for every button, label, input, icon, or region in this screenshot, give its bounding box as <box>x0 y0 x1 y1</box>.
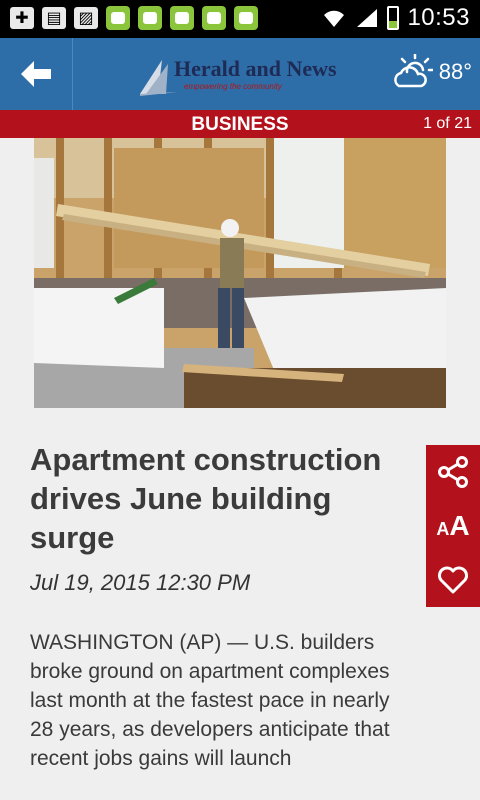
app-header: Herald and News empowering the community… <box>0 38 480 110</box>
favorite-button[interactable] <box>426 553 480 607</box>
newspaper-logo[interactable]: Herald and News empowering the community <box>138 54 350 98</box>
article-date: Jul 19, 2015 12:30 PM <box>30 570 251 595</box>
notification-icons: ✚ ▤ ▨ <box>10 6 258 30</box>
battery-level <box>389 21 398 28</box>
android-icon <box>234 6 258 30</box>
android-icon <box>202 6 226 30</box>
add-icon: ✚ <box>10 7 34 29</box>
heart-icon <box>438 566 468 594</box>
back-button[interactable] <box>0 38 73 110</box>
article-headline: Apartment construction drives June build… <box>30 442 382 555</box>
image-icon: ▨ <box>74 7 98 29</box>
weather-widget[interactable]: 88° <box>391 54 472 90</box>
section-bar: BUSINESS 1 of 21 <box>0 110 480 138</box>
system-icons: 10:53 <box>321 4 470 32</box>
section-title: BUSINESS <box>191 114 289 135</box>
logo-tagline: empowering the community <box>184 82 282 91</box>
share-button[interactable] <box>426 445 480 499</box>
status-bar: ✚ ▤ ▨ 10:53 <box>0 0 480 38</box>
partly-sunny-icon <box>393 54 433 88</box>
share-icon <box>438 456 468 488</box>
back-arrow-icon <box>21 61 51 87</box>
signal-icon <box>357 9 378 27</box>
android-icon <box>138 6 162 30</box>
font-size-button[interactable]: AA <box>426 499 480 553</box>
page-counter: 1 of 21 <box>423 115 472 132</box>
temperature: 88° <box>438 59 472 84</box>
logo-swoosh-icon <box>140 60 178 96</box>
font-size-icon: AA <box>436 510 470 541</box>
article-photo[interactable] <box>34 138 446 408</box>
battery-icon <box>387 6 400 30</box>
android-icon <box>106 6 130 30</box>
construction-photo-image <box>34 138 446 408</box>
android-icon <box>170 6 194 30</box>
logo-title: Herald and News <box>174 56 337 81</box>
article-actions-panel: AA <box>426 445 480 607</box>
clock: 10:53 <box>407 4 470 31</box>
sim-icon: ▤ <box>42 7 66 29</box>
article-body: WASHINGTON (AP) — U.S. builders broke gr… <box>30 631 390 770</box>
wifi-icon <box>324 10 345 27</box>
